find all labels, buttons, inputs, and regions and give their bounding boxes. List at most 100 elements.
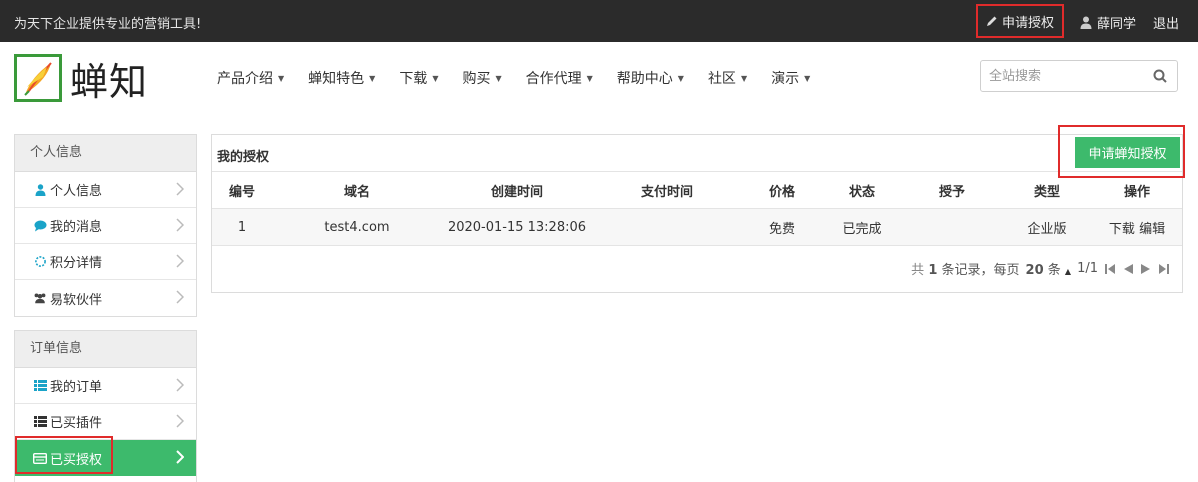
nav-item-product[interactable]: 产品介绍 ▼ <box>205 68 296 88</box>
sidebar-item-label: 易软伙伴 <box>50 292 103 308</box>
cell-grant <box>902 208 1002 246</box>
sidebar-item-messages[interactable]: 我的消息 <box>15 208 196 244</box>
sidebar-item-label: 已买插件 <box>50 416 103 431</box>
user-name: 薛同学 <box>1097 17 1137 32</box>
logout-link[interactable]: 退出 <box>1153 13 1179 32</box>
caret-down-icon: ▼ <box>278 73 285 83</box>
points-icon <box>33 255 47 268</box>
column-header[interactable]: 授予 <box>902 171 1002 209</box>
cell-type: 企业版 <box>1002 208 1092 246</box>
caret-up-icon: ▲ <box>1064 267 1072 276</box>
sidebar-item-points[interactable]: 积分详情 <box>15 244 196 280</box>
sidebar-item-label: 我的消息 <box>50 220 103 235</box>
chevron-right-icon <box>176 182 184 196</box>
chevron-right-icon <box>176 450 184 464</box>
pager-prefix: 共 <box>911 263 925 278</box>
nav-item-partner[interactable]: 合作代理 ▼ <box>514 68 605 88</box>
cell-paid <box>592 208 742 246</box>
column-header[interactable]: 价格 <box>742 171 822 209</box>
sidebar-item-partners[interactable]: 易软伙伴 <box>15 280 196 316</box>
search-icon[interactable] <box>1153 69 1167 83</box>
chevron-right-icon <box>176 254 184 268</box>
user-icon <box>33 183 47 196</box>
sidebar-item-label: 积分详情 <box>50 256 103 271</box>
search-input[interactable] <box>981 61 1141 91</box>
sidebar-item-profile[interactable]: 个人信息 <box>15 172 196 208</box>
pager: 共 1 条记录，每页 20 条 ▲ 1/1 <box>911 259 1170 278</box>
column-header: 操作 <box>1092 171 1182 209</box>
top-bar: 为天下企业提供专业的营销工具! 申请授权 薛同学 退出 <box>0 0 1198 42</box>
site-search <box>980 60 1178 92</box>
nav-item-help[interactable]: 帮助中心 ▼ <box>605 68 696 88</box>
sidebar-personal-panel: 个人信息 个人信息 我的消息 积分详情 易软伙伴 <box>14 134 197 317</box>
sidebar-heading: 个人信息 <box>15 135 196 172</box>
column-header[interactable]: 支付时间 <box>592 171 742 209</box>
column-header[interactable]: 状态 <box>822 171 902 209</box>
logo-text: 蝉知 <box>70 59 149 104</box>
column-header[interactable]: 域名 <box>272 171 442 209</box>
caret-down-icon: ▼ <box>677 73 684 83</box>
nav-item-features[interactable]: 蝉知特色 ▼ <box>296 68 387 88</box>
sidebar-item-label: 我的订单 <box>50 380 103 395</box>
cell-created: 2020-01-15 13:28:06 <box>442 208 592 246</box>
nav-item-buy[interactable]: 购买 ▼ <box>450 68 513 88</box>
sidebar-item-label: 已买授权 <box>50 452 103 468</box>
sidebar-item-bought-plugins[interactable]: 已买插件 <box>15 404 196 440</box>
main-nav: 产品介绍 ▼ 蝉知特色 ▼ 下载 ▼ 购买 ▼ 合作代理 ▼ 帮助中心 ▼ 社区 ▼ 演示 ▼ <box>205 68 822 88</box>
table-row: 1 test4.com 2020-01-15 13:28:06 免费 已完成 企… <box>212 208 1182 246</box>
caret-down-icon: ▼ <box>586 73 593 83</box>
last-page-icon[interactable] <box>1158 263 1170 275</box>
caret-down-icon: ▼ <box>369 73 376 83</box>
chevron-right-icon <box>176 290 184 304</box>
pencil-icon <box>986 16 997 26</box>
per-page-select[interactable]: 20 条 ▲ <box>1026 259 1072 278</box>
license-panel: 我的授权 申请蝉知授权 编号 域名 创建时间 支付时间 价格 状态 授予 类型 … <box>211 134 1183 293</box>
caret-down-icon: ▼ <box>495 73 502 83</box>
first-page-icon[interactable] <box>1104 263 1116 275</box>
user-menu[interactable]: 薛同学 <box>1080 13 1136 32</box>
chevron-right-icon <box>176 378 184 392</box>
download-link[interactable]: 下载 <box>1109 222 1135 237</box>
logo[interactable]: 蝉知 <box>14 53 164 104</box>
pager-summary: 共 1 条记录，每页 <box>911 259 1019 278</box>
column-header[interactable]: 类型 <box>1002 171 1092 209</box>
sidebar-item-label: 个人信息 <box>50 184 103 199</box>
nav-label: 产品介绍 <box>217 71 273 87</box>
table-header-row: 编号 域名 创建时间 支付时间 价格 状态 授予 类型 操作 <box>212 171 1182 209</box>
list-icon <box>33 416 47 427</box>
nav-label: 帮助中心 <box>616 71 673 87</box>
cell-id: 1 <box>212 208 272 246</box>
nav-label: 合作代理 <box>525 71 582 87</box>
per-page-unit: 条 <box>1047 263 1061 278</box>
edit-link[interactable]: 编辑 <box>1139 222 1165 237</box>
per-page-value: 20 <box>1025 263 1044 278</box>
nav-item-community[interactable]: 社区 ▼ <box>696 68 759 88</box>
nav-item-demo[interactable]: 演示 ▼ <box>759 68 822 88</box>
caret-down-icon: ▼ <box>740 73 748 83</box>
chevron-right-icon <box>176 414 184 428</box>
panel-title: 我的授权 <box>217 150 270 165</box>
cell-price: 免费 <box>742 208 822 246</box>
list-icon <box>33 380 47 391</box>
group-icon <box>33 292 47 304</box>
apply-chanzhi-license-button[interactable]: 申请蝉知授权 <box>1075 137 1180 168</box>
next-page-icon[interactable] <box>1140 263 1152 275</box>
nav-label: 演示 <box>771 71 800 87</box>
prev-page-icon[interactable] <box>1122 263 1134 275</box>
sidebar-heading: 订单信息 <box>15 331 196 368</box>
license-table: 编号 域名 创建时间 支付时间 价格 状态 授予 类型 操作 1 test4.c… <box>212 171 1182 246</box>
pager-total: 1 <box>928 263 938 278</box>
caret-down-icon: ▼ <box>432 73 439 83</box>
sidebar-item-bought-licenses[interactable]: 已买授权 <box>15 440 196 476</box>
header: 蝉知 产品介绍 ▼ 蝉知特色 ▼ 下载 ▼ 购买 ▼ 合作代理 ▼ 帮助中心 ▼ 社区 ▼ 演… <box>0 42 1198 114</box>
column-header[interactable]: 编号 <box>212 171 272 209</box>
page-indicator: 1/1 <box>1077 261 1098 276</box>
sidebar-orders-panel: 订单信息 我的订单 已买插件 已买授权 <box>14 330 197 482</box>
cell-domain: test4.com <box>272 208 442 246</box>
nav-label: 购买 <box>462 71 491 87</box>
apply-license-link[interactable]: 申请授权 <box>976 4 1064 38</box>
column-header[interactable]: 创建时间 <box>442 171 592 209</box>
sidebar-item-my-orders[interactable]: 我的订单 <box>15 368 196 404</box>
chevron-right-icon <box>176 218 184 232</box>
nav-item-download[interactable]: 下载 ▼ <box>387 68 450 88</box>
